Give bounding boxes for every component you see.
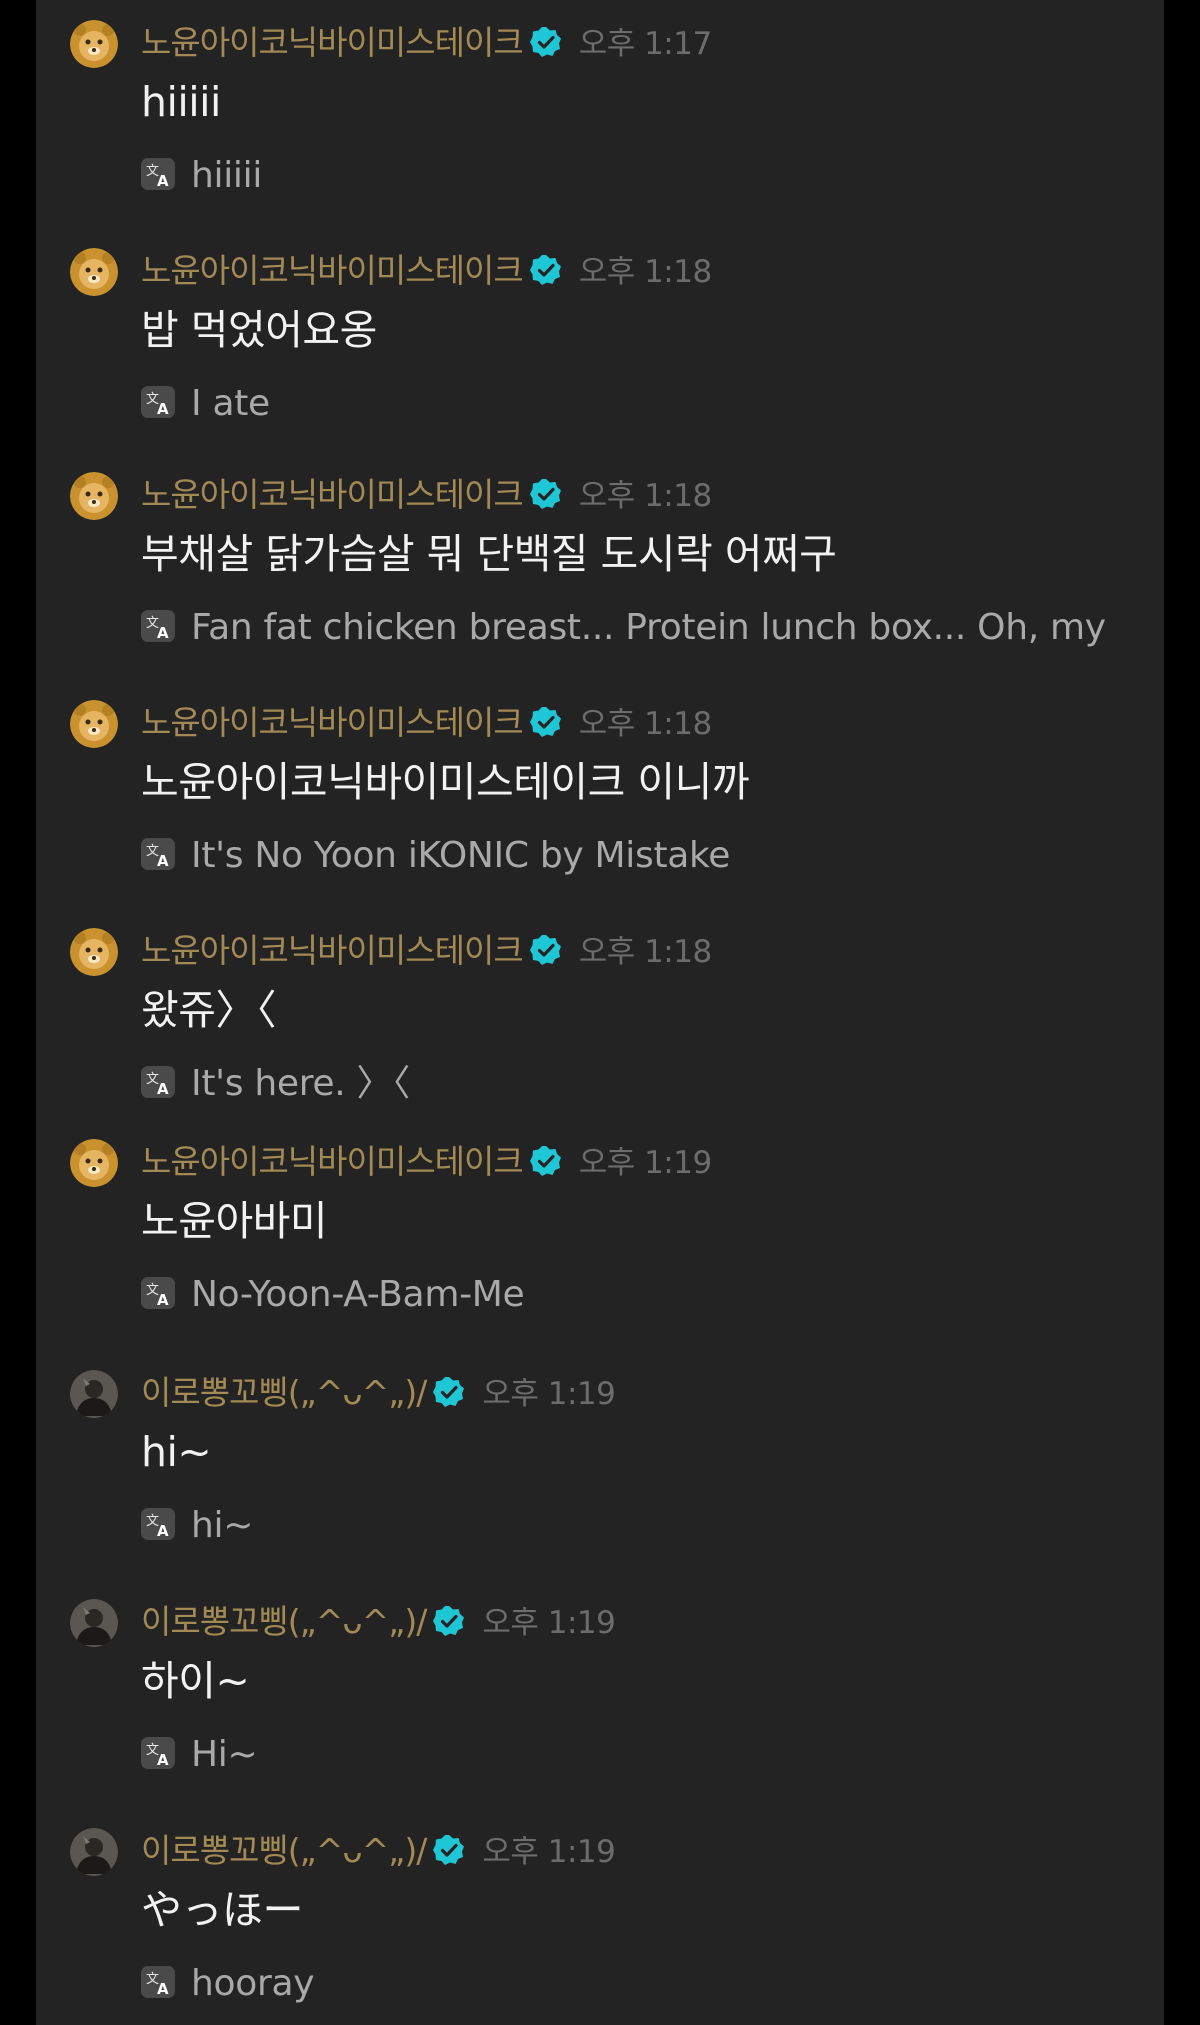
translation-text: It's here. 〉〈 bbox=[191, 1063, 410, 1104]
sender-name[interactable]: 노윤아이코닉바이미스테이크 bbox=[141, 475, 524, 514]
svg-text:A: A bbox=[157, 852, 169, 870]
sender-name-row: 이로뽕꼬삥(„^ᴗ^„)/ 오후 1:19 bbox=[141, 1370, 616, 1416]
sender-name-row: 노윤아이코닉바이미스테이크 오후 1:19 bbox=[141, 1139, 712, 1185]
verified-badge-icon bbox=[529, 933, 563, 967]
message-time: 오후 1:19 bbox=[578, 1145, 713, 1181]
translation-row: 文 A Hi~ bbox=[141, 1731, 258, 1779]
translation-text: Fan fat chicken breast... Protein lunch … bbox=[191, 607, 1106, 648]
svg-text:A: A bbox=[157, 400, 169, 418]
verified-badge-icon bbox=[432, 1375, 466, 1409]
sender-name[interactable]: 노윤아이코닉바이미스테이크 bbox=[141, 251, 524, 290]
svg-text:A: A bbox=[157, 1522, 169, 1540]
message-text: 부채살 닭가슴살 뭐 단백질 도시락 어쩌구 bbox=[141, 530, 837, 578]
sender-name[interactable]: 노윤아이코닉바이미스테이크 bbox=[141, 931, 524, 970]
svg-text:A: A bbox=[157, 624, 169, 642]
message-text: 하이~ bbox=[141, 1657, 250, 1705]
verified-badge-icon bbox=[432, 1833, 466, 1867]
sender-name[interactable]: 이로뽕꼬삥(„^ᴗ^„)/ bbox=[141, 1602, 427, 1641]
translation-text: hooray bbox=[191, 1963, 315, 2004]
svg-text:A: A bbox=[157, 1751, 169, 1769]
message-time: 오후 1:19 bbox=[482, 1376, 616, 1412]
sender-name[interactable]: 노윤아이코닉바이미스테이크 bbox=[141, 703, 524, 742]
bear-avatar[interactable] bbox=[70, 1139, 118, 1187]
translate-icon[interactable]: 文A bbox=[141, 1277, 175, 1309]
translate-icon[interactable]: 文A bbox=[141, 158, 175, 190]
translation-text: hi~ bbox=[191, 1505, 254, 1546]
sender-name[interactable]: 이로뽕꼬삥(„^ᴗ^„)/ bbox=[141, 1373, 427, 1412]
translate-icon[interactable]: 文A bbox=[141, 1737, 175, 1769]
sender-name[interactable]: 이로뽕꼬삥(„^ᴗ^„)/ bbox=[141, 1831, 427, 1870]
message-time: 오후 1:19 bbox=[482, 1834, 616, 1870]
message-text: 왔쥬〉〈 bbox=[141, 986, 276, 1034]
message-text: hiiiii bbox=[141, 78, 221, 126]
bear-avatar[interactable] bbox=[70, 928, 118, 976]
svg-text:A: A bbox=[157, 1080, 169, 1098]
translation-text: I ate bbox=[191, 383, 270, 424]
translation-text: hiiiii bbox=[191, 155, 263, 196]
message-text: やっほー bbox=[141, 1886, 304, 1934]
sender-name[interactable]: 노윤아이코닉바이미스테이크 bbox=[141, 23, 524, 62]
message-text: hi~ bbox=[141, 1428, 212, 1476]
bear-avatar[interactable] bbox=[70, 248, 118, 296]
sender-name[interactable]: 노윤아이코닉바이미스테이크 bbox=[141, 1142, 524, 1181]
translate-icon[interactable]: 文A bbox=[141, 838, 175, 870]
sender-name-row: 이로뽕꼬삥(„^ᴗ^„)/ 오후 1:19 bbox=[141, 1828, 616, 1874]
dark-photo-avatar[interactable] bbox=[70, 1370, 118, 1418]
verified-badge-icon bbox=[529, 477, 563, 511]
bear-avatar[interactable] bbox=[70, 700, 118, 748]
translate-icon[interactable]: 文A bbox=[141, 1508, 175, 1540]
translation-text: It's No Yoon iKONIC by Mistake bbox=[191, 835, 731, 876]
translate-icon[interactable]: 文A bbox=[141, 386, 175, 418]
sender-name-row: 노윤아이코닉바이미스테이크 오후 1:18 bbox=[141, 700, 712, 746]
sender-name-row: 이로뽕꼬삥(„^ᴗ^„)/ 오후 1:19 bbox=[141, 1599, 616, 1645]
verified-badge-icon bbox=[432, 1604, 466, 1638]
translation-row: 文A I ate bbox=[141, 380, 270, 428]
svg-text:A: A bbox=[157, 1291, 169, 1309]
sender-name-row: 노윤아이코닉바이미스테이크 오후 1:18 bbox=[141, 248, 712, 294]
message-time: 오후 1:18 bbox=[578, 934, 713, 970]
verified-badge-icon bbox=[529, 25, 563, 59]
svg-text:A: A bbox=[157, 1980, 169, 1998]
svg-text:A: A bbox=[157, 172, 169, 190]
translate-icon[interactable]: 文A bbox=[141, 610, 175, 642]
dark-photo-avatar[interactable] bbox=[70, 1599, 118, 1647]
message-time: 오후 1:18 bbox=[578, 706, 713, 742]
message-time: 오후 1:19 bbox=[482, 1605, 616, 1641]
translation-text: No-Yoon-A-Bam-Me bbox=[191, 1274, 525, 1315]
translation-row: 文 A It's No Yoon iKONIC by Mistake bbox=[141, 832, 730, 880]
sender-name-row: 노윤아이코닉바이미스테이크 오후 1:17 bbox=[141, 20, 712, 66]
sender-name-row: 노윤아이코닉바이미스테이크 오후 1:18 bbox=[141, 472, 712, 518]
message-time: 오후 1:18 bbox=[578, 478, 713, 514]
translation-row: 文 A No-Yoon-A-Bam-Me bbox=[141, 1271, 525, 1319]
translation-row: 文 A Fan fat chicken breast... Protein lunc… bbox=[141, 604, 1106, 652]
dark-photo-avatar[interactable] bbox=[70, 1828, 118, 1876]
verified-badge-icon bbox=[529, 1144, 563, 1178]
translate-icon[interactable]: 文A bbox=[141, 1066, 175, 1098]
translation-row: 文 A It's here. 〉〈 bbox=[141, 1060, 410, 1108]
message-text: 밥 먹었어요옹 bbox=[141, 306, 377, 354]
translate-icon[interactable]: 文A bbox=[141, 1966, 175, 1998]
verified-badge-icon bbox=[529, 705, 563, 739]
translation-row: 文 A hi~ bbox=[141, 1502, 253, 1550]
translation-row: 文 A hooray bbox=[141, 1960, 315, 2008]
bear-avatar[interactable] bbox=[70, 20, 118, 68]
message-time: 오후 1:18 bbox=[578, 254, 713, 290]
bear-avatar[interactable] bbox=[70, 472, 118, 520]
verified-badge-icon bbox=[529, 253, 563, 287]
message-text: 노윤아바미 bbox=[141, 1197, 328, 1245]
message-time: 오후 1:17 bbox=[578, 26, 713, 62]
sender-name-row: 노윤아이코닉바이미스테이크 오후 1:18 bbox=[141, 928, 712, 974]
translation-row: 文 A hiiiii bbox=[141, 152, 262, 200]
message-text: 노윤아이코닉바이미스테이크 이니까 bbox=[141, 758, 750, 806]
chat-panel: 노윤아이코닉바이미스테이크 오후 1:17 hiiiii 文 A hiiiii 노윤아… bbox=[36, 0, 1164, 2025]
translation-text: Hi~ bbox=[191, 1734, 258, 1775]
